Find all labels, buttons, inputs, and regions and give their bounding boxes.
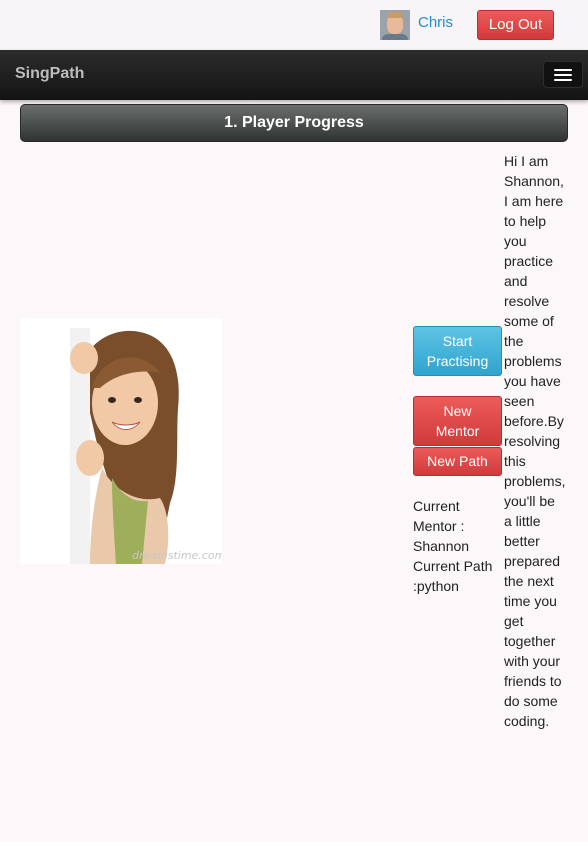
speech-line: practice	[504, 253, 554, 269]
speech-line: with your	[504, 653, 561, 669]
mentor-photo-svg: dreamstime.com	[20, 318, 222, 564]
logout-button[interactable]: Log Out	[477, 10, 554, 40]
mentor-info-line: Mentor :	[413, 518, 465, 534]
mentor-photo: dreamstime.com	[20, 318, 222, 564]
speech-line: problems,	[504, 473, 566, 489]
speech-line: do some	[504, 693, 558, 709]
speech-line: I am here	[504, 193, 564, 209]
speech-line: you	[504, 233, 527, 249]
speech-line: you have	[504, 373, 561, 389]
speech-line: before.By	[504, 413, 564, 429]
username-link[interactable]: Chris	[418, 14, 453, 31]
speech-line: Shannon,	[504, 173, 564, 189]
speech-line: the	[504, 333, 524, 349]
speech-line: seen	[504, 393, 535, 409]
navbar: SingPath	[0, 50, 588, 100]
start-label-line1: Start	[442, 333, 473, 349]
new-mentor-line2: Mentor	[435, 423, 480, 439]
speech-line: the next	[504, 573, 554, 589]
speech-line: time you	[504, 593, 557, 609]
mentor-speech-text: Hi I am Shannon, I am here to help you practi…	[504, 151, 574, 731]
speech-line: problems	[504, 353, 562, 369]
mentor-info-line: Current Path	[413, 558, 493, 574]
speech-line: Hi I am	[504, 153, 549, 169]
speech-line: better	[504, 533, 540, 549]
speech-line: to help	[504, 213, 547, 229]
speech-line: this	[504, 453, 526, 469]
speech-line: you'll be	[504, 493, 555, 509]
hamburger-bar	[554, 69, 572, 71]
start-label-line2: Practising	[426, 353, 489, 369]
speech-line: friends to	[504, 673, 562, 689]
speech-line: a little	[504, 513, 541, 529]
speech-line: prepared	[504, 553, 561, 569]
mentor-info-line: :python	[413, 578, 459, 594]
new-mentor-line1: New	[443, 403, 472, 419]
hamburger-bar	[554, 74, 572, 76]
speech-line: some of	[504, 313, 554, 329]
start-practising-button[interactable]: Start Practising	[413, 326, 502, 376]
brand-logo[interactable]: SingPath	[15, 65, 84, 83]
new-path-button[interactable]: New Path	[413, 447, 502, 476]
speech-line: get	[504, 613, 524, 629]
avatar-shirt	[382, 34, 408, 40]
section-header-player-progress: 1. Player Progress	[20, 104, 568, 142]
speech-line: coding.	[504, 713, 550, 729]
current-mentor-info: Current Mentor : Shannon Current Path :p…	[413, 496, 505, 596]
speech-line: resolving	[504, 433, 561, 449]
hamburger-bar	[554, 79, 572, 81]
speech-line: and	[504, 273, 528, 289]
mentor-info-line: Current	[413, 498, 460, 514]
top-user-bar: Chris Log Out	[0, 0, 588, 50]
avatar-hair	[387, 12, 403, 18]
speech-line: resolve	[504, 293, 550, 309]
avatar[interactable]	[380, 10, 410, 40]
mentor-info-line: Shannon	[413, 538, 470, 554]
hamburger-menu-icon[interactable]	[543, 61, 583, 88]
photo-watermark: dreamstime.com	[132, 549, 222, 562]
speech-line: together	[504, 633, 556, 649]
new-mentor-button[interactable]: New Mentor	[413, 396, 502, 446]
